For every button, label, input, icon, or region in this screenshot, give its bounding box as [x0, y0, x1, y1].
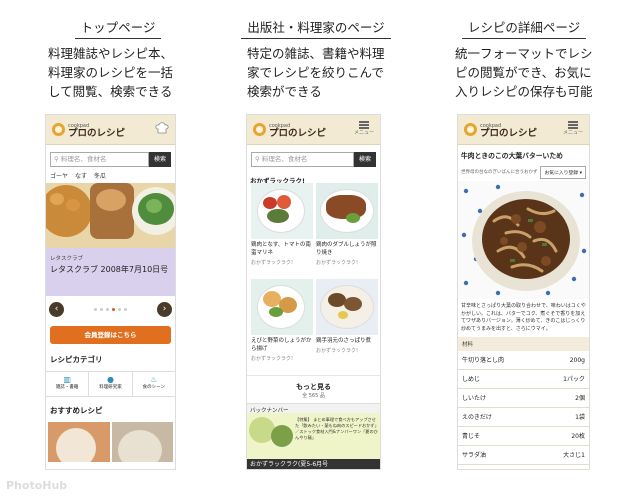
recipe-photo	[458, 181, 589, 299]
keyword-link[interactable]: ゴーヤ	[50, 173, 68, 180]
ingredient-row: サラダ油 大さじ1	[458, 446, 589, 465]
search-bar: ⚲ 料理名、食材名 検索	[50, 152, 171, 167]
cookpad-logo-icon	[52, 123, 65, 136]
column-title: レシピの詳細ページ	[424, 17, 624, 39]
app-header: cookpad プロのレシピ	[46, 115, 175, 145]
recommend-images[interactable]	[46, 422, 175, 462]
slide-title: レタスクラブ 2008年7月10日号	[50, 265, 169, 274]
person-icon: ●	[107, 375, 114, 384]
keyword-link[interactable]: 冬瓜	[94, 173, 106, 180]
ingredient-row: 青じそ 20枚	[458, 427, 589, 446]
recipe-card[interactable]: 鶏手羽元のさっぱり煮 おかずラックラク!	[316, 279, 378, 354]
recipe-card[interactable]: えびと野菜のしょうがから揚げ おかずラックラク!	[251, 279, 313, 362]
category-list: ▥ 雑誌・書籍 ● 料理研究家 ♨ 食のシーン	[46, 371, 175, 397]
next-arrow-icon[interactable]: ›	[157, 302, 172, 317]
backnumber-title[interactable]: おかずラックラク(夏5-6月号	[247, 459, 380, 469]
ingredient-row: しいたけ 2個	[458, 389, 589, 408]
recipe-card[interactable]: 鶏肉となす、トマトの南蛮マリネ おかずラックラク!	[251, 183, 313, 266]
phone-publisher-page: cookpad プロのレシピ メニュー ⚲ 料理名、食材名 検索 おかずラックラク…	[246, 114, 381, 470]
recipe-source: おかずラックラク!	[316, 348, 359, 354]
recommend-heading: おすすめレシピ	[50, 406, 103, 415]
ingredient-row: しめじ 1パック	[458, 370, 589, 389]
ingredient-row: えのきだけ 1袋	[458, 408, 589, 427]
app-logo[interactable]: cookpad プロのレシピ	[480, 122, 537, 138]
slide-caption[interactable]: レタスクラブ レタスクラブ 2008年7月10日号	[46, 248, 175, 296]
app-logo[interactable]: cookpad プロのレシピ	[269, 122, 326, 138]
column-title: 出版社・料理家のページ	[216, 17, 416, 39]
register-button[interactable]: 会員登録はこちら	[50, 326, 171, 344]
book-icon: ▥	[63, 375, 71, 384]
app-header: cookpad プロのレシピ メニュー	[458, 115, 589, 145]
backnumber-banner[interactable]: 【特集】 まとめ事理で食べ方もアップさせた「飲みたい・薬もね肉のスピードおかず」…	[247, 413, 380, 459]
favorite-button[interactable]: お気に入り登録 ▾	[540, 165, 586, 179]
keyword-list: ゴーヤ なす 冬瓜	[46, 171, 175, 183]
search-input[interactable]: ⚲ 料理名、食材名	[50, 152, 149, 167]
cookpad-logo-icon	[464, 123, 477, 136]
column-desc: 統一フォーマットでレシ ピの閲覧ができ、お気に 入りレシピの保存も可能	[455, 46, 593, 99]
recipe-image	[316, 183, 378, 239]
recipe-source: おかずラックラク!	[251, 260, 294, 266]
cookpad-logo-icon	[253, 123, 266, 136]
prev-arrow-icon[interactable]: ‹	[49, 302, 64, 317]
phone-top-page: cookpad プロのレシピ ⚲ 料理名、食材名 検索 ゴーヤ なす 冬瓜 レタス…	[45, 114, 176, 470]
recipe-source: おかずラックラク!	[316, 260, 359, 266]
recipe-image	[251, 279, 313, 335]
phone-recipe-detail: cookpad プロのレシピ メニュー 牛肉ときのこの大葉バターいため 世界母の台…	[457, 114, 590, 470]
cup-icon: ♨	[150, 375, 158, 384]
backnumber-text: 【特集】 まとめ事理で食べ方もアップさせた「飲みたい・薬もね肉のスピードおかず」…	[295, 417, 378, 440]
search-input[interactable]: ⚲ 料理名、食材名	[251, 152, 354, 167]
slide-magazine: レタスクラブ	[50, 256, 84, 262]
recipe-image	[316, 279, 378, 335]
category-chef[interactable]: ● 料理研究家	[89, 372, 133, 396]
ingredients-heading: 材料	[458, 337, 589, 351]
search-button[interactable]: 検索	[149, 152, 171, 167]
app-header: cookpad プロのレシピ メニュー	[247, 115, 380, 145]
recipe-name: えびと野菜のしょうがから揚げ	[251, 338, 312, 352]
recipe-title: 牛肉ときのこの大葉バターいため	[461, 152, 563, 160]
column-title: トップページ	[18, 17, 218, 39]
app-logo[interactable]: cookpad プロのレシピ	[68, 122, 125, 138]
slide-indicator[interactable]	[46, 296, 175, 311]
menu-icon[interactable]: メニュー	[354, 120, 374, 136]
slide-image[interactable]	[46, 183, 175, 248]
recipe-card[interactable]: 鶏肉のダブルしょうが照り焼き おかずラックラク!	[316, 183, 378, 266]
column-desc: 料理雑誌やレシピ本、 料理家のレシピを一括 して閲覧、検索できる	[48, 46, 174, 99]
category-heading: レシピカテゴリ	[50, 355, 103, 364]
recipe-name: 鶏肉のダブルしょうが照り焼き	[316, 242, 377, 256]
ingredients-list: 牛切り落とし肉 200g しめじ 1パック しいたけ 2個 えのきだけ 1袋 青じそ 20…	[458, 351, 589, 465]
recipe-name: 鶏肉となす、トマトの南蛮マリネ	[251, 242, 311, 256]
chef-hat-icon[interactable]	[155, 122, 169, 136]
category-scene[interactable]: ♨ 食のシーン	[133, 372, 175, 396]
category-magazine[interactable]: ▥ 雑誌・書籍	[46, 372, 90, 396]
recipe-description: 甘辛味とさっぱり大葉の取り合わせで、味わいはコくやかがしい。これは、バターでコク…	[461, 303, 586, 332]
recipe-image	[251, 183, 313, 239]
watermark: PhotoHub	[6, 479, 68, 492]
column-desc: 特定の雑誌、書籍や料理 家でレシピを絞りこんで 検索ができる	[247, 46, 385, 99]
keyword-link[interactable]: なす	[75, 173, 87, 180]
recipe-source: 世界母の台なのぎいばんに合うおかず	[461, 170, 538, 175]
menu-icon[interactable]: メニュー	[563, 120, 583, 136]
recipe-name: 鶏手羽元のさっぱり煮	[316, 338, 372, 344]
search-button[interactable]: 検索	[354, 152, 376, 167]
more-link[interactable]: もっと見る 全 565 品	[247, 375, 380, 399]
search-bar: ⚲ 料理名、食材名 検索	[251, 152, 376, 167]
recipe-source: おかずラックラク!	[251, 356, 294, 362]
ingredient-row: 牛切り落とし肉 200g	[458, 351, 589, 370]
